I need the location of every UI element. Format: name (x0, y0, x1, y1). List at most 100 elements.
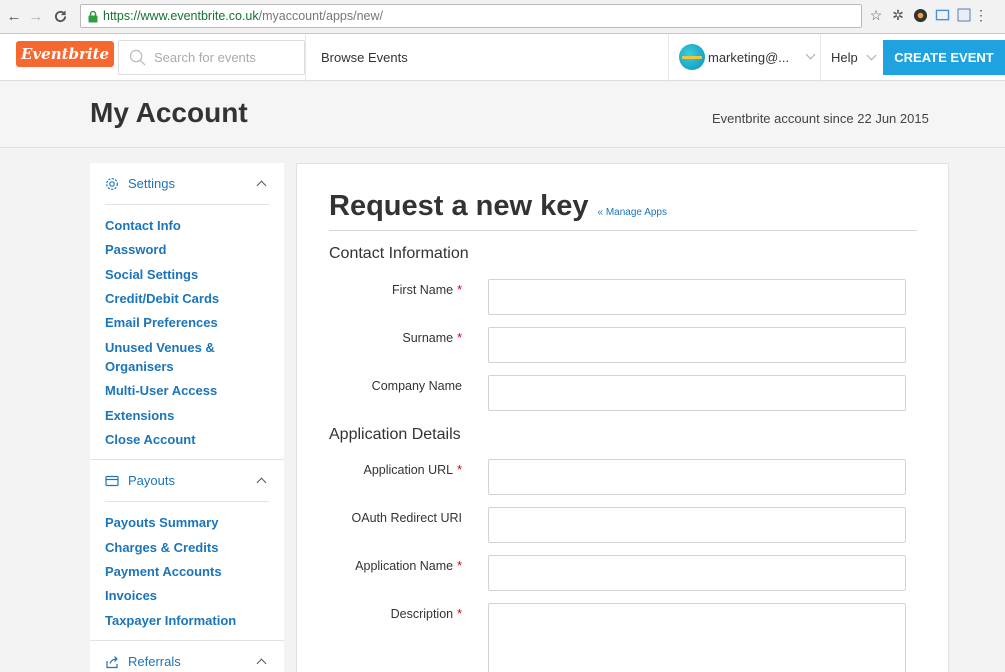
company-name-row: Company Name (297, 375, 950, 411)
sidebar-item-close-account[interactable]: Close Account (105, 428, 269, 452)
cast-icon[interactable] (934, 7, 950, 23)
reload-icon[interactable] (52, 7, 68, 27)
credit-card-icon (105, 475, 119, 486)
company-name-label: Company Name (371, 379, 462, 393)
chevron-down-icon (866, 50, 877, 60)
referrals-section: Referrals (90, 641, 284, 672)
help-label: Help (831, 50, 858, 65)
account-email: marketing@... (708, 49, 790, 65)
back-icon[interactable]: ← (6, 7, 22, 27)
sidebar-item-credit-debit-cards[interactable]: Credit/Debit Cards (105, 287, 269, 311)
settings-list: Contact Info Password Social Settings Cr… (105, 205, 269, 459)
star-icon[interactable]: ☆ (868, 7, 884, 23)
site-header: Eventbrite Browse Events marketing@... H… (0, 34, 1005, 81)
chevron-up-icon[interactable] (256, 658, 267, 669)
sidebar-item-multi-user-access[interactable]: Multi-User Access (105, 379, 269, 403)
sidebar-item-invoices[interactable]: Invoices (105, 584, 269, 608)
payouts-section: Payouts Payouts Summary Charges & Credit… (90, 460, 284, 641)
page-title: My Account (90, 97, 248, 128)
chrome-extension-icon[interactable] (912, 7, 928, 23)
surname-label: Surname * (402, 331, 462, 345)
sidebar-item-social-settings[interactable]: Social Settings (105, 263, 269, 287)
title-divider (329, 230, 917, 231)
application-name-field[interactable] (488, 555, 906, 591)
description-field[interactable] (488, 603, 906, 672)
gear-icon (106, 177, 118, 190)
contact-information-heading: Contact Information (329, 245, 469, 262)
help-menu[interactable]: Help (831, 50, 877, 65)
browser-toolbar: ← → https://www.eventbrite.co.uk/myaccou… (0, 0, 1005, 34)
browser-actions: ☆ ✲ ⋮ (868, 7, 988, 23)
first-name-field[interactable] (488, 279, 906, 315)
settings-title: Settings (128, 176, 175, 191)
menu-icon[interactable]: ⋮ (974, 7, 988, 23)
card-title: Request a new key (329, 190, 589, 222)
application-name-label: Application Name * (355, 559, 462, 573)
description-row: Description * (297, 603, 950, 672)
search-icon (129, 49, 146, 66)
description-label: Description * (390, 607, 462, 621)
header-divider (668, 34, 669, 81)
required-marker: * (457, 463, 462, 477)
address-bar[interactable]: https://www.eventbrite.co.uk/myaccount/a… (80, 4, 862, 28)
sidebar-item-email-preferences[interactable]: Email Preferences (105, 311, 269, 335)
account-sidebar: Settings Contact Info Password Social Se… (90, 163, 284, 672)
settings-header[interactable]: Settings (105, 163, 269, 205)
chevron-down-icon (805, 49, 816, 60)
application-url-label: Application URL * (363, 463, 462, 477)
referrals-header[interactable]: Referrals (105, 641, 269, 672)
browse-events-link[interactable]: Browse Events (321, 50, 408, 65)
sidebar-item-password[interactable]: Password (105, 238, 269, 262)
application-url-row: Application URL * (297, 459, 950, 495)
lock-icon (88, 10, 98, 22)
surname-field[interactable] (488, 327, 906, 363)
surname-row: Surname * (297, 327, 950, 363)
url-path: /myaccount/apps/new/ (258, 9, 384, 23)
sidebar-item-taxpayer-information[interactable]: Taxpayer Information (105, 609, 269, 633)
create-event-button[interactable]: CREATE EVENT (883, 40, 1005, 75)
required-marker: * (457, 331, 462, 345)
chevron-up-icon[interactable] (256, 477, 267, 488)
sidebar-item-contact-info[interactable]: Contact Info (105, 214, 269, 238)
request-key-card: Request a new key « Manage Apps Contact … (296, 163, 949, 672)
referrals-title: Referrals (128, 654, 181, 670)
first-name-label: First Name * (392, 283, 462, 297)
header-divider (820, 34, 821, 81)
eventbrite-logo[interactable]: Eventbrite (16, 41, 115, 67)
search-input[interactable] (154, 50, 294, 65)
pdf-icon[interactable] (956, 7, 972, 23)
forward-icon[interactable]: → (28, 7, 44, 27)
account-banner: My Account Eventbrite account since 22 J… (0, 81, 1005, 148)
header-divider (305, 34, 306, 81)
extension-icon[interactable]: ✲ (890, 7, 906, 23)
sidebar-item-payment-accounts[interactable]: Payment Accounts (105, 560, 269, 584)
sidebar-item-unused-venues[interactable]: Unused Venues & Organisers (105, 335, 269, 379)
payouts-title: Payouts (128, 473, 175, 489)
card-title-row: Request a new key « Manage Apps (329, 190, 667, 223)
account-since: Eventbrite account since 22 Jun 2015 (712, 111, 929, 126)
oauth-redirect-label: OAuth Redirect URI (351, 511, 462, 525)
sidebar-item-extensions[interactable]: Extensions (105, 404, 269, 428)
application-details-heading: Application Details (329, 426, 461, 443)
payouts-list: Payouts Summary Charges & Credits Paymen… (105, 502, 269, 639)
payouts-header[interactable]: Payouts (105, 460, 269, 503)
settings-section: Settings Contact Info Password Social Se… (90, 163, 284, 461)
sidebar-item-charges-credits[interactable]: Charges & Credits (105, 536, 269, 560)
application-url-field[interactable] (488, 459, 906, 495)
company-name-field[interactable] (488, 375, 906, 411)
application-name-row: Application Name * (297, 555, 950, 591)
share-icon (106, 655, 118, 668)
account-menu[interactable]: marketing@... (679, 44, 816, 70)
required-marker: * (457, 283, 462, 297)
chevron-up-icon[interactable] (256, 180, 267, 191)
oauth-redirect-row: OAuth Redirect URI (297, 507, 950, 543)
required-marker: * (457, 607, 462, 621)
url-host: https://www.eventbrite.co.uk (103, 9, 259, 23)
required-marker: * (457, 559, 462, 573)
first-name-row: First Name * (297, 279, 950, 315)
search-box[interactable] (118, 40, 305, 75)
avatar (679, 44, 705, 70)
oauth-redirect-field[interactable] (488, 507, 906, 543)
manage-apps-link[interactable]: « Manage Apps (598, 207, 668, 218)
sidebar-item-payouts-summary[interactable]: Payouts Summary (105, 511, 269, 535)
